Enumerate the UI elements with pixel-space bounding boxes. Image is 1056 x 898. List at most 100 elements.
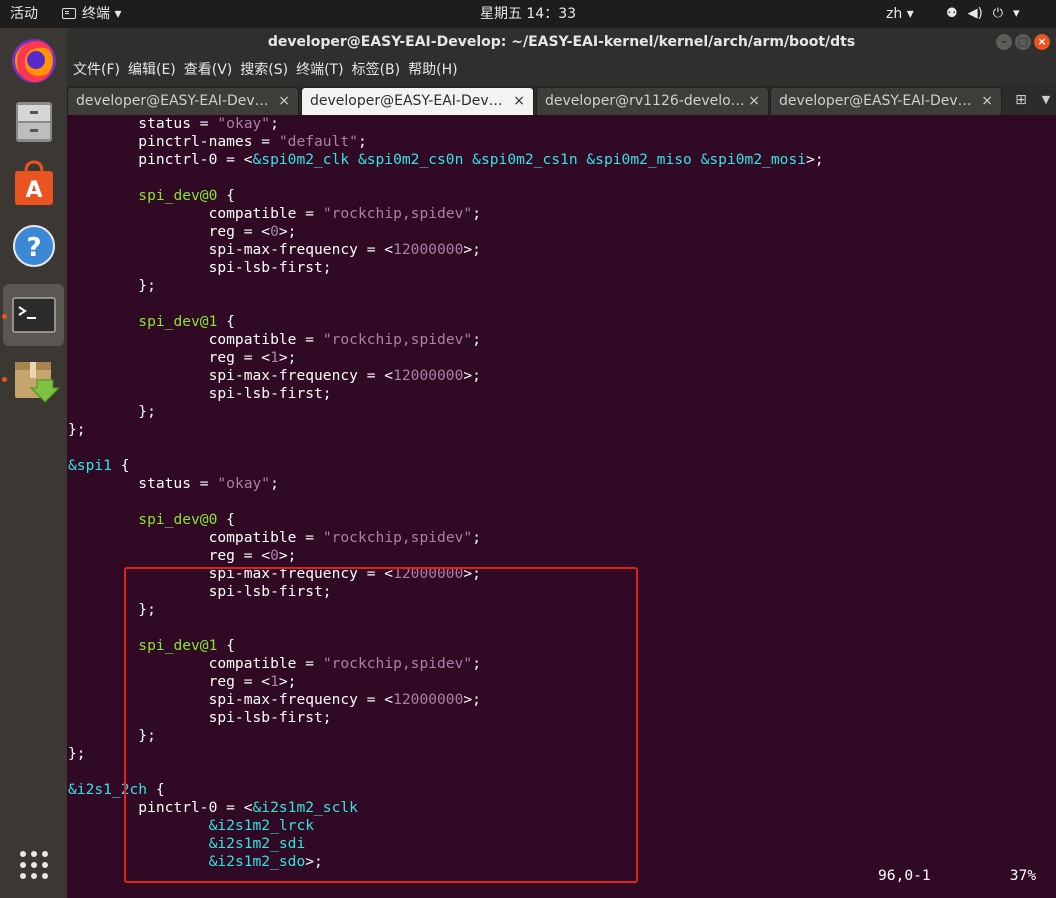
volume-icon: ◀) — [967, 6, 983, 21]
terminal-window: developer@EASY-EAI-Develop: ~/EASY-EAI-k… — [67, 28, 1056, 898]
firefox-launcher[interactable] — [3, 30, 64, 92]
code-token: 12000000 — [393, 241, 464, 258]
window-titlebar[interactable]: developer@EASY-EAI-Develop: ~/EASY-EAI-k… — [67, 28, 1056, 56]
code-line: reg = <1>; — [68, 349, 824, 367]
archive-manager-launcher[interactable] — [3, 348, 64, 410]
minimize-button[interactable]: – — [996, 34, 1012, 50]
code-token: compatible = — [68, 205, 323, 222]
new-tab-icon[interactable]: ⊞ — [1011, 90, 1031, 110]
code-line: spi_dev@1 { — [68, 313, 824, 331]
tab-close-icon[interactable]: × — [981, 88, 993, 114]
input-method-indicator[interactable]: zh ▾ — [886, 0, 914, 28]
tab-2[interactable]: developer@EASY-EAI-Devel… × — [301, 87, 534, 115]
chevron-down-icon: ▾ — [1013, 6, 1020, 21]
code-line: spi-max-frequency = <12000000>; — [68, 241, 824, 259]
maximize-button[interactable]: □ — [1015, 34, 1031, 50]
show-apps-button[interactable] — [3, 834, 64, 896]
top-bar: 活动 终端 ▾ 星期五 14：33 zh ▾ ⚉ ◀) ⏻ ▾ — [0, 0, 1056, 28]
code-token: "rockchip,spidev" — [322, 331, 473, 348]
code-token: reg = < — [68, 223, 271, 240]
code-token: }; — [68, 745, 86, 762]
tab-3[interactable]: developer@rv1126-develo… × — [536, 87, 769, 115]
help-launcher[interactable]: ? — [3, 215, 64, 277]
menu-edit[interactable]: 编辑(E) — [128, 62, 176, 78]
terminal-content[interactable]: status = "okay"; pinctrl-names = "defaul… — [67, 115, 1056, 898]
code-token: "okay" — [217, 115, 271, 132]
vim-status-line: 96,0-1 37% — [878, 867, 1036, 885]
code-token: spi_dev@0 — [138, 511, 218, 528]
code-token: pinctrl-0 = < — [68, 151, 253, 168]
code-line: status = "okay"; — [68, 475, 824, 493]
code-token: ; — [472, 529, 481, 546]
menu-help[interactable]: 帮助(H) — [408, 62, 457, 78]
code-token: compatible = — [68, 331, 323, 348]
code-token: ; — [270, 475, 279, 492]
code-token: spi-max-frequency = < — [68, 241, 394, 258]
lang-label: zh — [886, 6, 903, 22]
code-line: compatible = "rockchip,spidev"; — [68, 529, 824, 547]
terminal-launcher[interactable] — [3, 284, 64, 346]
dock: A ? — [0, 28, 67, 898]
code-token: &spi1 — [68, 457, 112, 474]
firefox-icon — [12, 39, 56, 83]
code-token: spi-lsb-first; — [68, 385, 332, 402]
svg-text:?: ? — [26, 233, 41, 263]
scroll-percent: 37% — [1009, 867, 1037, 884]
code-line: spi-lsb-first; — [68, 385, 824, 403]
code-token: { — [217, 187, 235, 204]
tab-4[interactable]: developer@EASY-EAI-Devel… × — [770, 87, 1002, 115]
tab-close-icon[interactable]: × — [513, 88, 525, 114]
system-tray[interactable]: ⚉ ◀) ⏻ ▾ — [946, 0, 1030, 28]
code-token: { — [111, 457, 130, 474]
code-token: spi_dev@0 — [138, 187, 218, 204]
tab-label: developer@EASY-EAI-Devel… — [76, 93, 276, 109]
tab-label: developer@EASY-EAI-Devel… — [310, 93, 510, 109]
tab-list-chevron-icon[interactable]: ▼ — [1039, 90, 1053, 110]
code-token: 0 — [270, 547, 279, 564]
code-token: 0 — [270, 223, 279, 240]
code-token: 12000000 — [393, 367, 464, 384]
show-apps-icon — [20, 851, 48, 879]
code-token: reg = < — [68, 349, 271, 366]
spi1-highlight-box — [124, 567, 638, 883]
code-token: ; — [270, 115, 279, 132]
files-launcher[interactable] — [3, 90, 64, 152]
menu-view[interactable]: 查看(V) — [184, 62, 233, 78]
code-token: ; — [357, 133, 367, 150]
tab-close-icon[interactable]: × — [278, 88, 290, 114]
tab-close-icon[interactable]: × — [748, 88, 760, 114]
code-line: }; — [68, 421, 824, 439]
code-line: spi-lsb-first; — [68, 259, 824, 277]
code-token: "default" — [278, 133, 358, 150]
code-token: >; — [806, 151, 824, 168]
code-line: spi_dev@0 { — [68, 511, 824, 529]
files-icon — [16, 102, 52, 142]
code-token: spi-max-frequency = < — [68, 367, 394, 384]
code-token: "rockchip,spidev" — [322, 205, 473, 222]
software-center-launcher[interactable]: A — [3, 152, 64, 214]
software-center-icon: A — [15, 160, 53, 205]
power-icon: ⏻ — [992, 6, 1004, 21]
code-line: }; — [68, 403, 824, 421]
tab-1[interactable]: developer@EASY-EAI-Devel… × — [67, 87, 299, 115]
running-indicator — [2, 314, 7, 319]
code-token: "okay" — [217, 475, 271, 492]
svg-text:A: A — [25, 178, 42, 203]
help-icon: ? — [13, 225, 55, 267]
menu-search[interactable]: 搜索(S) — [240, 62, 288, 78]
menu-terminal[interactable]: 终端(T) — [296, 62, 343, 78]
code-token: spi-lsb-first; — [68, 259, 332, 276]
chevron-down-icon: ▾ — [906, 6, 914, 22]
code-line: spi_dev@0 { — [68, 187, 824, 205]
close-button[interactable]: × — [1034, 34, 1050, 50]
menu-file[interactable]: 文件(F) — [73, 62, 120, 78]
code-line: status = "okay"; — [68, 115, 824, 133]
code-token: compatible = — [68, 529, 323, 546]
menu-tabs[interactable]: 标签(B) — [352, 62, 401, 78]
